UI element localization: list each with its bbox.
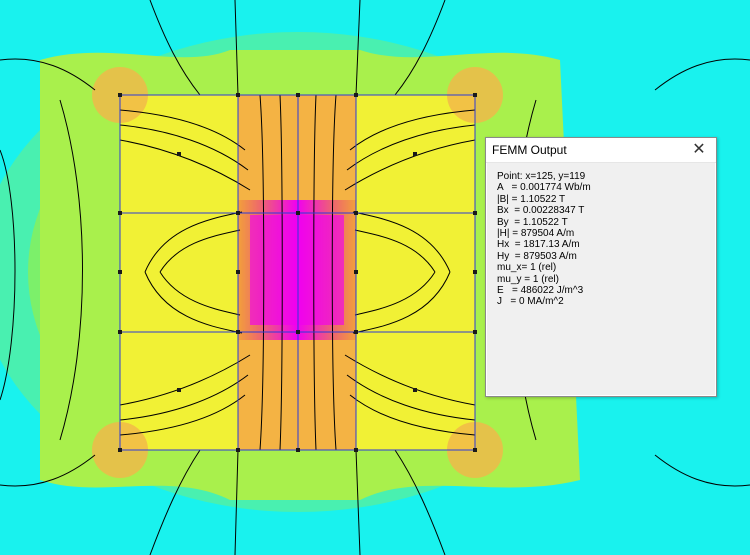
output-line-mu-x: mu_x= 1 (rel) <box>497 262 557 274</box>
output-text-area: Point: x=125, y=119 A = 0.001774 Wb/m |B… <box>487 163 715 395</box>
output-line-point: Point: x=125, y=119 <box>497 171 586 182</box>
close-icon[interactable]: ✕ <box>688 141 710 159</box>
output-line-h-mag: |H| = 879504 A/m <box>497 228 575 240</box>
output-line-hx: Hx = 1817.13 A/m <box>497 239 580 251</box>
output-line-mu-y: mu_y = 1 (rel) <box>497 273 559 285</box>
femm-output-window[interactable]: FEMM Output ✕ Point: x=125, y=119 A = 0.… <box>485 137 717 397</box>
output-line-current: J = 0 MA/m^2 <box>497 296 564 308</box>
output-line-a: A = 0.001774 Wb/m <box>497 182 591 194</box>
output-line-hy: Hy = 879503 A/m <box>497 250 577 262</box>
window-title: FEMM Output <box>492 143 567 157</box>
window-title-bar[interactable]: FEMM Output ✕ <box>486 138 716 163</box>
output-line-by: By = 1.10522 T <box>497 216 568 228</box>
output-line-energy: E = 486022 J/m^3 <box>497 285 584 297</box>
output-line-b-mag: |B| = 1.10522 T <box>497 193 566 205</box>
output-line-bx: Bx = 0.00228347 T <box>497 205 585 217</box>
